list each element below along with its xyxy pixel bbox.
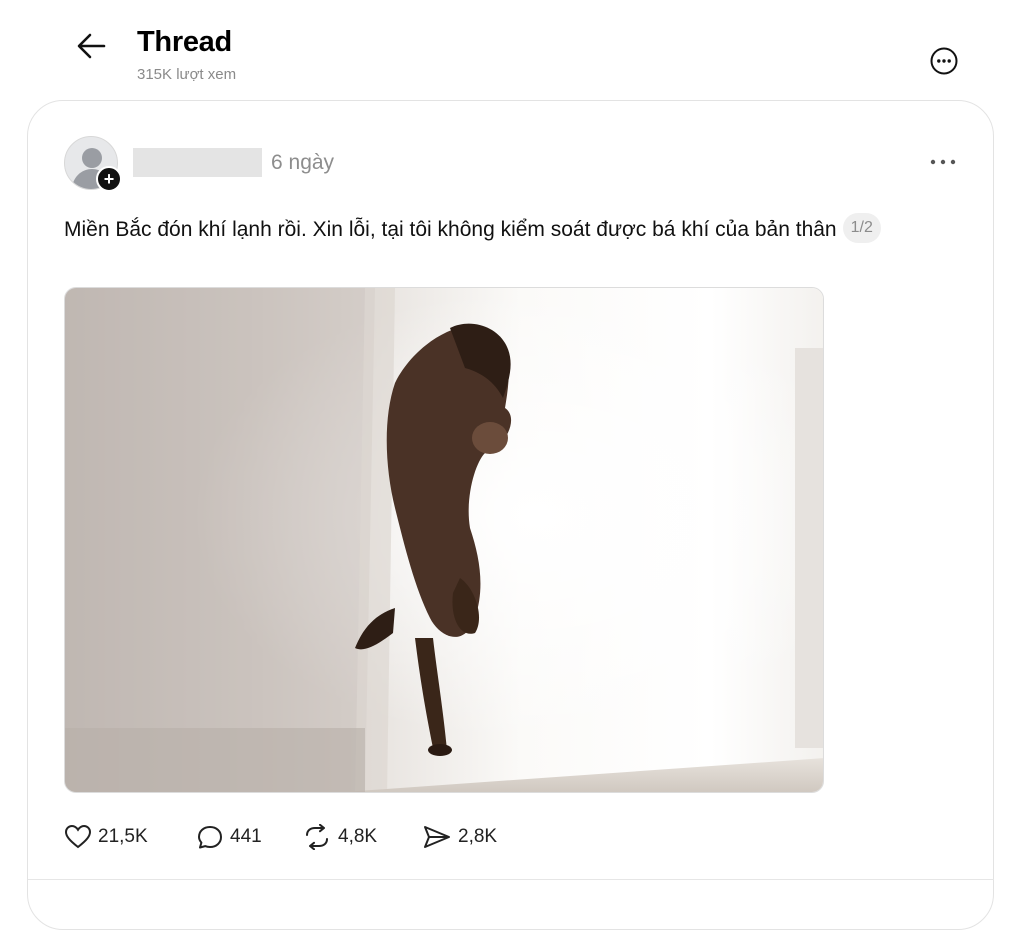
comment-icon xyxy=(198,826,222,849)
post-body: Miền Bắc đón khí lạnh rồi. Xin lỗi, tại … xyxy=(64,213,884,245)
username-redacted[interactable] xyxy=(133,148,262,177)
heart-icon xyxy=(64,824,92,849)
page-title: Thread xyxy=(137,26,232,58)
send-icon xyxy=(424,826,450,848)
post-menu-button[interactable] xyxy=(926,150,960,174)
repost-count: 4,8K xyxy=(338,826,378,847)
like-count: 21,5K xyxy=(98,826,148,847)
post-text: Miền Bắc đón khí lạnh rồi. Xin lỗi, tại … xyxy=(64,218,837,241)
view-count: 315K lượt xem xyxy=(137,66,237,83)
back-button[interactable] xyxy=(72,28,112,64)
share-count: 2,8K xyxy=(458,826,498,847)
repost-icon xyxy=(306,824,328,850)
more-circle-icon xyxy=(930,47,958,75)
horse-photo xyxy=(65,288,823,792)
post-image[interactable] xyxy=(64,287,824,793)
comment-count: 441 xyxy=(230,826,262,847)
follow-plus-button[interactable]: + xyxy=(96,166,122,192)
share-button[interactable]: 2,8K xyxy=(422,820,497,854)
ellipsis-icon xyxy=(930,159,956,165)
header-bar: Thread 315K lượt xem xyxy=(0,0,1024,100)
arrow-left-icon xyxy=(77,33,106,59)
repost-button[interactable]: 4,8K xyxy=(302,820,377,854)
post-actions: 21,5K 441 4,8K 2,8K xyxy=(64,820,664,854)
card-divider xyxy=(28,879,994,880)
like-button[interactable]: 21,5K xyxy=(64,820,148,854)
page-indicator: 1/2 xyxy=(842,213,881,244)
more-options-button[interactable] xyxy=(929,46,959,76)
comment-button[interactable]: 441 xyxy=(196,820,262,854)
post-time: 6 ngày xyxy=(271,151,335,174)
